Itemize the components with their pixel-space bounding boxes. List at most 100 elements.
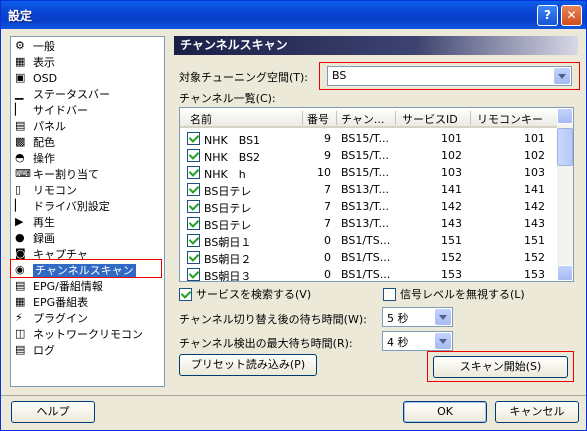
tuning-space-label: 対象チューニング空間(T): [179, 71, 309, 84]
cell-channel: BS13/T... [341, 183, 389, 196]
sidebar-item-label: EPG番組表 [33, 296, 89, 309]
vertical-scrollbar[interactable] [557, 108, 573, 281]
cell-service-id: 101 [441, 132, 462, 145]
channel-list[interactable]: 名前 番号 チャン... サービスID リモコンキー NHK BS1 9 BS15/… [179, 107, 574, 282]
row-checkbox[interactable] [187, 200, 200, 213]
cell-number: 0 [324, 268, 331, 281]
row-checkbox[interactable] [187, 251, 200, 264]
table-row[interactable]: BS日テレ 7 BS13/T... 141 141 [180, 181, 558, 198]
sidebar-item-label: ネットワークリモコン [33, 328, 143, 341]
sidebar-item[interactable]: ▯ リモコン [13, 183, 77, 199]
row-checkbox[interactable] [187, 234, 200, 247]
help-title-button[interactable]: ? [537, 5, 558, 26]
scroll-down-icon[interactable] [557, 265, 573, 281]
cell-service-id: 141 [441, 183, 462, 196]
sidebar-item[interactable]: ▤ EPG/番組情報 [13, 279, 103, 295]
sidebar-item[interactable]: ▏ サイドバー [13, 103, 88, 119]
help-button[interactable]: ヘルプ [11, 401, 95, 423]
switch-wait-value: 5 秒 [387, 312, 409, 325]
sidebar-item[interactable]: ⌨ キー割り当て [13, 167, 99, 183]
cell-service-id: 102 [441, 149, 462, 162]
table-row[interactable]: BS日テレ 7 BS13/T... 142 142 [180, 198, 558, 215]
cell-name: BS朝日２ [204, 253, 252, 266]
cell-remote-key: 153 [524, 268, 545, 281]
table-row[interactable]: BS朝日１ 0 BS1/TS... 151 151 [180, 232, 558, 249]
cell-number: 0 [324, 251, 331, 264]
column-remote-key[interactable]: リモコンキー [477, 111, 543, 127]
search-services-check[interactable] [179, 288, 192, 301]
chevron-down-icon[interactable] [435, 333, 451, 349]
preset-load-button[interactable]: プリセット読み込み(P) [179, 354, 317, 376]
gear-icon: ⚙ [15, 39, 25, 52]
sidebar-item[interactable]: ▩ 配色 [13, 135, 55, 151]
table-row[interactable]: NHK h 10 BS15/T... 103 103 [180, 164, 558, 181]
cell-service-id: 103 [441, 166, 462, 179]
row-checkbox[interactable] [187, 132, 200, 145]
sidebar-item[interactable]: ▤ ログ [13, 343, 55, 359]
column-channel[interactable]: チャン... [341, 111, 384, 127]
sidebar-item-label: パネル [33, 120, 66, 133]
sidebar-item-label: OSD [33, 72, 58, 85]
monitor-icon: ▦ [15, 55, 26, 68]
cell-remote-key: 152 [524, 251, 545, 264]
channel-list-header: 名前 番号 チャン... サービスID リモコンキー [180, 108, 558, 128]
settings-dialog: 設定 ? ✕ ⚙ 一般 ▦ 表示 ▣ OSD ▁ ステータスバー ▏ サイドバー ▤ パネル ▩ 配色 ◓ 操… [0, 0, 587, 431]
driver-icon: ▏ [15, 199, 24, 212]
sidebar-item[interactable]: ⚡ プラグイン [13, 311, 88, 327]
sidebar-item[interactable]: ▤ パネル [13, 119, 66, 135]
sidebar-item-label: 一般 [33, 40, 55, 53]
sidebar-item[interactable]: ▶ 再生 [13, 215, 55, 231]
column-number[interactable]: 番号 [307, 111, 329, 127]
sidebar-item[interactable]: ◓ 操作 [13, 151, 55, 167]
cell-name: BS日テレ [204, 219, 252, 232]
sidebar-item-label: キー割り当て [33, 168, 99, 181]
row-checkbox[interactable] [187, 183, 200, 196]
row-checkbox[interactable] [187, 166, 200, 179]
scroll-up-icon[interactable] [557, 108, 573, 124]
sidebar-item[interactable]: ⚙ 一般 [13, 39, 55, 55]
row-checkbox[interactable] [187, 217, 200, 230]
cancel-button[interactable]: キャンセル [495, 401, 579, 423]
row-checkbox[interactable] [187, 149, 200, 162]
window-title: 設定 [8, 9, 33, 23]
close-button[interactable]: ✕ [561, 5, 582, 26]
column-service-id[interactable]: サービスID [402, 111, 458, 127]
title-bar[interactable]: 設定 ? ✕ [1, 1, 586, 29]
ignore-signal-check[interactable] [383, 288, 396, 301]
detect-wait-select[interactable]: 4 秒 [382, 331, 453, 351]
sidebar-item-label: ドライバ別設定 [33, 200, 110, 213]
column-name[interactable]: 名前 [190, 111, 212, 127]
ignore-signal-checkbox[interactable]: 信号レベルを無視する(L) [383, 288, 525, 302]
sidebar-item[interactable]: ▣ OSD [13, 71, 57, 87]
table-row[interactable]: BS日テレ 7 BS13/T... 143 143 [180, 215, 558, 232]
ok-button[interactable]: OK [403, 401, 487, 423]
record-icon: ● [15, 231, 25, 244]
cell-service-id: 151 [441, 234, 462, 247]
cell-service-id: 152 [441, 251, 462, 264]
sidebar-item[interactable]: ▦ EPG番組表 [13, 295, 88, 311]
scroll-thumb[interactable] [557, 128, 573, 166]
switch-wait-select[interactable]: 5 秒 [382, 307, 453, 327]
chevron-down-icon[interactable] [435, 309, 451, 325]
cell-name: NHK BS2 [204, 151, 261, 164]
cell-channel: BS1/TS... [341, 251, 391, 264]
sidebar-item[interactable]: ▦ 表示 [13, 55, 55, 71]
cell-remote-key: 102 [524, 149, 545, 162]
cell-number: 7 [324, 183, 331, 196]
table-row[interactable]: BS朝日３ 0 BS1/TS... 153 153 [180, 266, 558, 281]
sidebar-item[interactable]: ▁ ステータスバー [13, 87, 110, 103]
table-row[interactable]: BS朝日２ 0 BS1/TS... 152 152 [180, 249, 558, 266]
table-row[interactable]: NHK BS2 9 BS15/T... 102 102 [180, 147, 558, 164]
settings-category-list[interactable]: ⚙ 一般 ▦ 表示 ▣ OSD ▁ ステータスバー ▏ サイドバー ▤ パネル ▩ 配色 ◓ 操作 ⌨ キー割り当… [10, 36, 165, 387]
sidebar-item[interactable]: ● 録画 [13, 231, 55, 247]
table-row[interactable]: NHK BS1 9 BS15/T... 101 101 [180, 130, 558, 147]
sidebar-item-label: 録画 [33, 232, 55, 245]
sidebar-item-label: EPG/番組情報 [33, 280, 103, 293]
cell-channel: BS13/T... [341, 217, 389, 230]
cell-channel: BS15/T... [341, 132, 389, 145]
ignore-signal-label: 信号レベルを無視する(L) [400, 288, 525, 301]
search-services-checkbox[interactable]: サービスを検索する(V) [179, 288, 311, 302]
row-checkbox[interactable] [187, 268, 200, 281]
sidebar-item[interactable]: ▏ ドライバ別設定 [13, 199, 110, 215]
sidebar-item[interactable]: ◫ ネットワークリモコン [13, 327, 143, 343]
